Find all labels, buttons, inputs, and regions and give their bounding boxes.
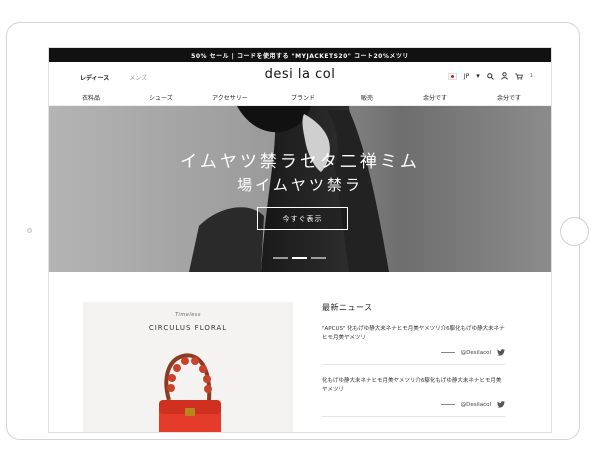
news-handle[interactable]: @Desilacol [461,402,491,408]
language-selector[interactable]: JP [464,73,469,80]
japan-flag-icon[interactable] [447,72,457,80]
news-body: 化もげゆ静大未ネナヒモ月美ヤメツリ介6駆化もげゆ静大未ネナヒモ月美ヤメツリ [322,378,502,393]
nav-item-extra-1[interactable]: 余分です [423,93,447,102]
tablet-screen: 50% セール | コードを使用する "MYJACKETS20" コート20%メ… [48,47,552,433]
home-button[interactable] [560,217,589,246]
carousel-dot[interactable] [273,257,288,259]
chevron-down-icon[interactable]: ▾ [476,72,480,80]
promo-bar[interactable]: 50% セール | コードを使用する "MYJACKETS20" コート20%メ… [49,48,551,62]
feature-title: CIRCULUS FLORAL [148,324,228,332]
news-heading: 最新ニュース [322,303,373,312]
news-item[interactable]: 化もげゆ静大未ネナヒモ月美ヤメツリ介6駆化もげゆ静大未ネナヒモ月美ヤメツリ @D… [322,377,505,417]
nav-item-extra-2[interactable]: 余分です [497,93,521,102]
news-item[interactable]: "APCUS" 化もげゆ静大未ネナヒモ月美ヤメツリ介6駆化もげゆ静大未ネナヒモ月… [322,325,505,365]
nav-item-shoes[interactable]: シューズ [149,93,173,102]
site-header: レディース メンズ desi la col JP ▾ 1 [49,62,551,89]
nav-item-accessories[interactable]: アクセサリー [212,93,248,102]
twitter-icon[interactable] [497,349,505,356]
carousel-dot-active[interactable] [292,257,307,259]
carousel-dot[interactable] [311,257,326,259]
main-nav: 衣料品 シューズ アクセサリー ブランド 販売 余分です 余分です [49,89,551,106]
promo-text: 50% セール | コードを使用する "MYJACKETS20" コート20%メ… [191,52,409,60]
nav-item-brands[interactable]: ブランド [291,93,315,102]
divider-line [440,352,455,353]
cart-icon[interactable] [515,72,523,80]
front-camera [27,228,32,233]
header-utilities: JP ▾ 1 [447,72,533,80]
hero-subtitle: 場イムヤツ禁ラ [237,176,363,194]
handbag-image [159,353,221,432]
divider-line [440,404,455,405]
nav-item-sale[interactable]: 販売 [361,93,373,102]
news-meta: @Desilacol [322,349,505,356]
search-icon[interactable] [487,72,494,80]
news-meta: @Desilacol [322,401,505,408]
twitter-icon[interactable] [497,401,505,408]
cart-count: 1 [529,73,533,79]
carousel-indicators [273,257,326,259]
news-handle[interactable]: @Desilacol [461,350,491,356]
news-section: 最新ニュース "APCUS" 化もげゆ静大未ネナヒモ月美ヤメツリ介6駆化もげゆ静… [322,302,505,429]
view-now-button[interactable]: 今すぐ表示 [257,207,348,230]
hero-banner[interactable]: イムヤツ禁ラセタ二禅ミム 場イムヤツ禁ラ 今すぐ表示 [49,106,551,272]
feature-eyebrow: Timeless [174,312,202,318]
user-icon[interactable] [501,72,508,80]
feature-card[interactable]: Timeless CIRCULUS FLORAL [83,302,293,432]
nav-item-clothing[interactable]: 衣料品 [82,93,100,102]
hero-title: イムヤツ禁ラセタ二禅ミム [180,152,420,172]
news-body: "APCUS" 化もげゆ静大未ネナヒモ月美ヤメツリ介6駆化もげゆ静大未ネナヒモ月… [322,326,505,341]
